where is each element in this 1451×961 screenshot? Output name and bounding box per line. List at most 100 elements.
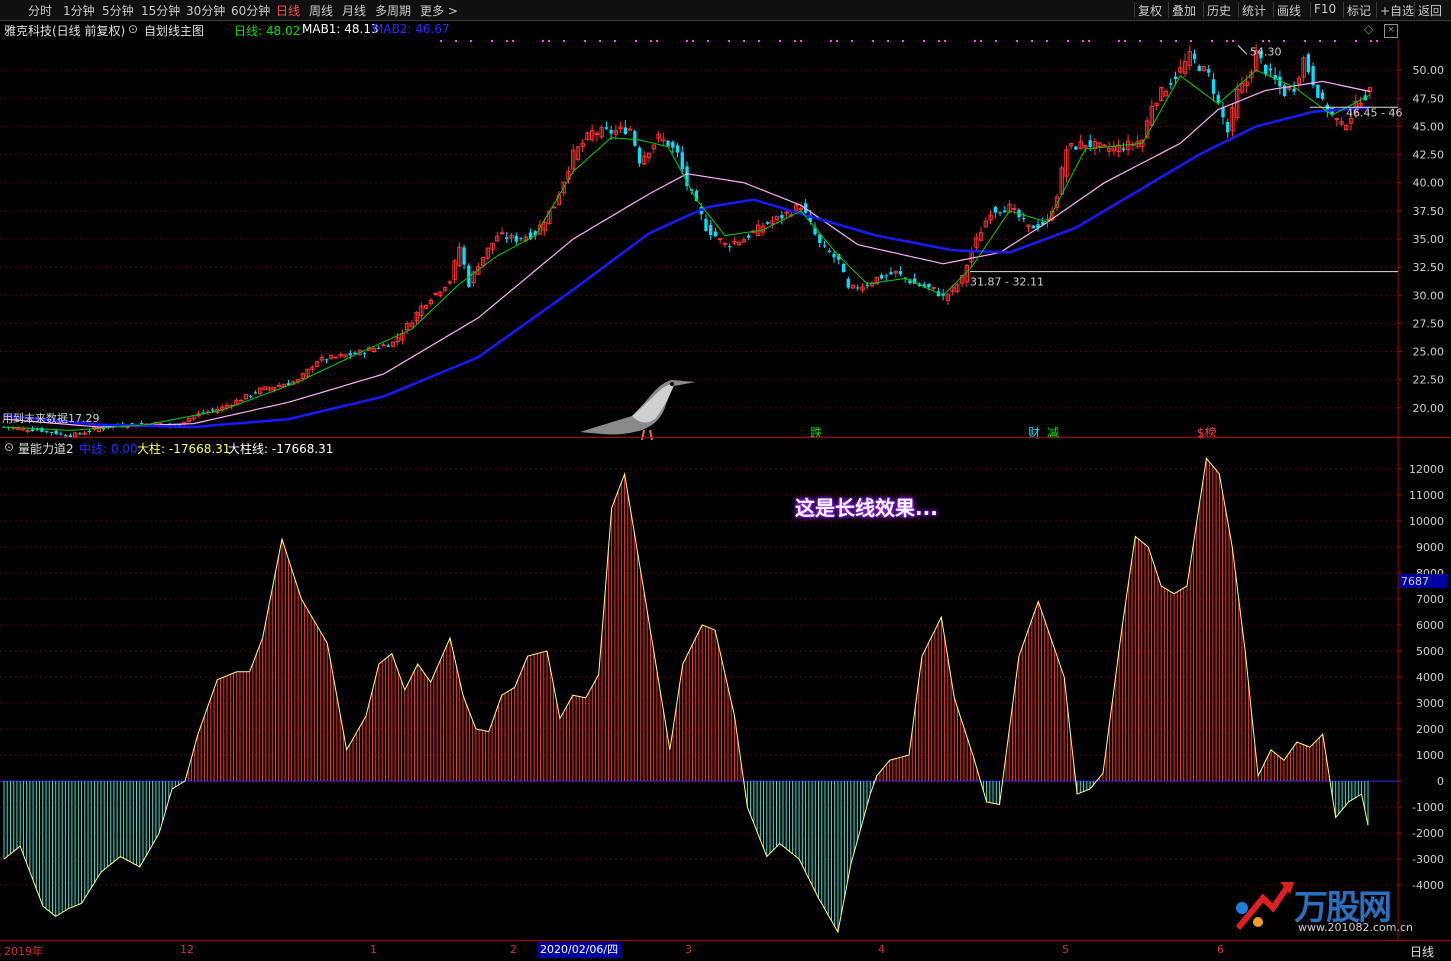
timeframe-tab[interactable]: 周线 (309, 2, 333, 19)
osc-tick-label: -1000 (1412, 801, 1444, 814)
timeframe-tab[interactable]: 更多 > (420, 2, 458, 19)
signal-dot (1370, 40, 1372, 42)
signal-dot (1031, 40, 1033, 42)
signal-dot (902, 40, 904, 42)
timeframe-tab[interactable]: 分时 (28, 2, 52, 19)
signal-dot (779, 40, 781, 42)
toolbar-button[interactable]: 叠加 (1172, 2, 1196, 19)
osc-tick-label: -2000 (1412, 827, 1444, 840)
candle-body-down (889, 272, 893, 275)
osc-tick-label: 6000 (1416, 619, 1444, 632)
watermark-arrow-icon (1235, 882, 1294, 930)
indicator-name[interactable]: 自划线主图 (144, 22, 204, 39)
signal-dot (974, 40, 976, 42)
toolbar-button[interactable]: 返回 (1418, 2, 1442, 19)
signal-dot (887, 40, 889, 42)
signal-dot (599, 40, 601, 42)
price-tick-label: 25.00 (1413, 346, 1445, 359)
toolbar-button[interactable]: 画线 (1277, 2, 1301, 19)
signal-dot (1046, 40, 1048, 42)
candle-body-down (1074, 146, 1078, 150)
candle-body-up (25, 429, 30, 432)
osc-current-value: 7687 (1401, 575, 1429, 588)
candle-body-down (54, 430, 58, 435)
signal-dot (1175, 40, 1177, 42)
candle-body-up (238, 399, 244, 402)
signal-dot (830, 40, 832, 42)
candle-body-down (1088, 140, 1092, 147)
candle-body-up (784, 211, 789, 214)
signal-dot (1334, 40, 1336, 42)
candle-body-down (1022, 218, 1026, 220)
osc-tick-label: 1000 (1416, 749, 1444, 762)
osc-tick-label: 2000 (1416, 723, 1444, 736)
toolbar-button[interactable]: 复权 (1138, 2, 1162, 19)
price-axis: 20.00 22.50 25.00 27.50 30.00 32.50 35.00 37.50… (1397, 40, 1445, 438)
oscillator-axis: -4000-3000-2000-100001000200030004000500… (1397, 438, 1447, 940)
signal-dot (1355, 40, 1357, 42)
bird-image (580, 380, 696, 441)
candle-body-up (931, 286, 936, 289)
osc-tick-label: 10000 (1409, 515, 1444, 528)
candle-body-down (505, 237, 509, 239)
diamond-icon[interactable]: ◇ (1364, 22, 1373, 36)
toolbar-separator (1273, 2, 1274, 18)
price-tick-label: 45.00 (1413, 120, 1445, 133)
toolbar-button[interactable]: +自选 (1380, 2, 1414, 19)
price-chart[interactable]: 20.00 22.50 25.00 27.50 30.00 32.50 35.00 37.50… (0, 40, 1451, 438)
candle-body-down (101, 428, 106, 430)
timeframe-tab[interactable]: 30分钟 (186, 2, 225, 19)
date-tick-label: 5 (1062, 943, 1069, 956)
candle-body-down (87, 430, 92, 432)
price-tick-label: 50.00 (1413, 64, 1445, 77)
timeframe-tab[interactable]: 1分钟 (63, 2, 95, 19)
date-tick-label: 2 (510, 943, 517, 956)
date-axis: 2019年 12 1 2 3 4 5 6 2020/02/06/四 日线 (0, 940, 1451, 961)
timeframe-tab[interactable]: 5分钟 (102, 2, 134, 19)
toolbar-button[interactable]: 历史 (1207, 2, 1231, 19)
candle-body-up (1334, 118, 1339, 121)
timeframe-tab[interactable]: 月线 (342, 2, 366, 19)
watermark-url: www.201082.com.cn (1298, 921, 1413, 934)
top-toolbar: 分时 1分钟 5分钟 15分钟 30分钟 60分钟 日线 周线 月线 多周期 更多 > 复权 叠加 历史… (0, 0, 1451, 21)
timeframe-tab[interactable]: 15分钟 (141, 2, 180, 19)
candle-body-down (879, 275, 884, 279)
signal-dot (1124, 40, 1126, 42)
signal-dot (1211, 40, 1213, 42)
caption-text: 这是长线效果... (795, 496, 938, 520)
signal-dot (1067, 40, 1069, 42)
timeframe-tab[interactable]: 日线 (276, 2, 300, 19)
date-tick-label: 2019年 (4, 945, 43, 958)
toolbar-button[interactable]: 统计 (1242, 2, 1266, 19)
candle-body-down (841, 263, 846, 273)
indicator-dropdown-icon[interactable]: ⊙ (128, 22, 138, 36)
candle-body-up (1012, 208, 1017, 211)
high-label: 54.30 (1250, 46, 1282, 59)
right-label: 46.45 - 46 (1346, 106, 1402, 119)
candle-body-down (35, 429, 39, 431)
signal-dot (938, 40, 940, 42)
candle-body-down (45, 431, 49, 433)
date-tick-label: 6 (1217, 943, 1224, 956)
candle-body-down (386, 345, 390, 347)
candle-body-down (519, 237, 523, 239)
toolbar-button[interactable]: F10 (1314, 2, 1336, 16)
candle-body-down (78, 433, 82, 435)
candle-body-up (1102, 144, 1107, 147)
signal-dot (851, 40, 853, 42)
signal-dot (1190, 40, 1192, 42)
timeframe-tab[interactable]: 多周期 (375, 2, 411, 19)
candle-body-down (746, 235, 751, 238)
toolbar-button[interactable]: 标记 (1347, 2, 1371, 19)
signal-dot (614, 40, 616, 42)
timeframe-tab[interactable]: 60分钟 (231, 2, 270, 19)
price-tick-label: 40.00 (1413, 177, 1445, 190)
signal-dot (1226, 40, 1228, 42)
candle-body-down (248, 395, 253, 397)
candle-body-down (832, 253, 836, 258)
signal-dot (692, 40, 694, 42)
signal-dot (650, 40, 652, 42)
close-panel-icon[interactable]: × (1384, 24, 1398, 38)
oscillator-chart[interactable]: -4000-3000-2000-100001000200030004000500… (0, 438, 1451, 940)
signal-dot (506, 40, 508, 42)
